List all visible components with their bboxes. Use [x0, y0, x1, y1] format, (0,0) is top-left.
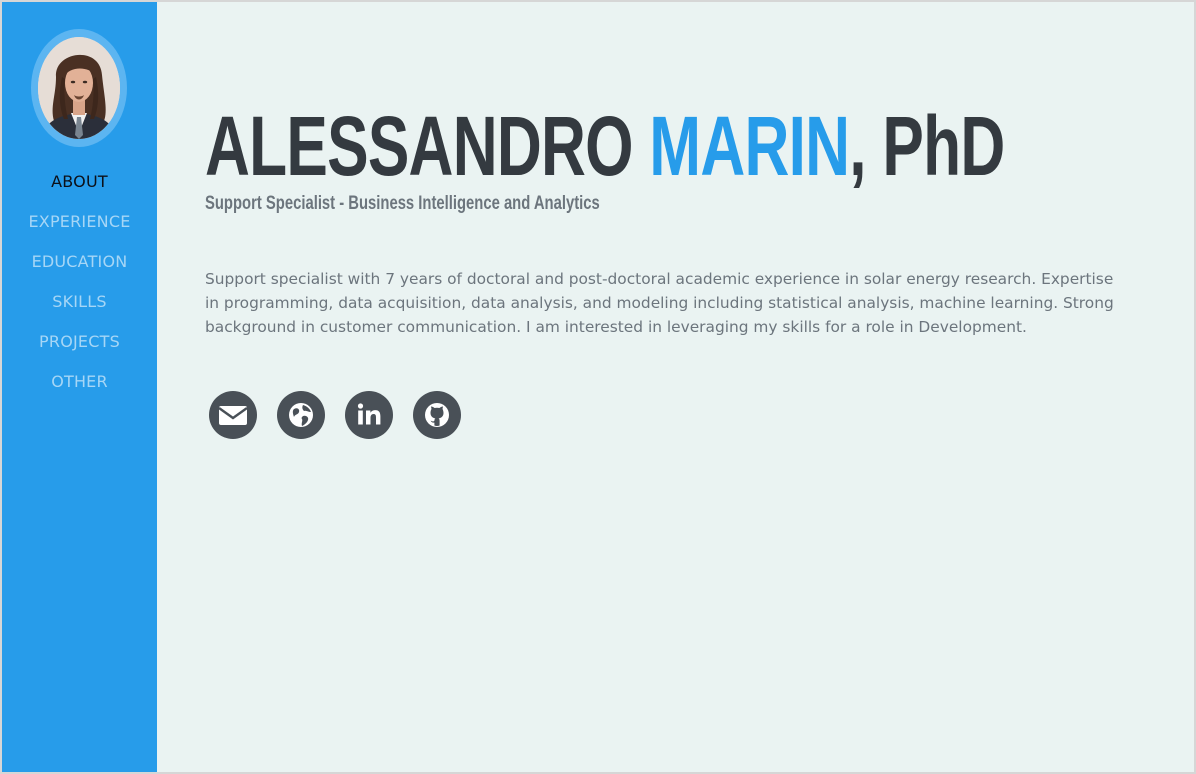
- linkedin-icon: [357, 403, 381, 425]
- subtitle-text: Support Specialist - Business Intelligen…: [205, 193, 600, 214]
- name-heading: ALESSANDRO MARIN, PhD: [205, 98, 1005, 194]
- nav-item-other[interactable]: OTHER: [2, 370, 157, 410]
- email-link[interactable]: [209, 391, 257, 439]
- linkedin-link[interactable]: [345, 391, 393, 439]
- social-links: [209, 391, 461, 439]
- resume-page: ABOUT EXPERIENCE EDUCATION SKILLS PROJEC…: [2, 2, 1194, 772]
- summary-text: Support specialist with 7 years of docto…: [205, 270, 1114, 336]
- avatar-photo: [38, 37, 120, 139]
- nav-item-about[interactable]: ABOUT: [2, 170, 157, 210]
- last-name: MARIN: [649, 99, 850, 193]
- page-title: ALESSANDRO MARIN, PhD: [205, 98, 1194, 194]
- nav-item-education[interactable]: EDUCATION: [2, 250, 157, 290]
- nav-item-experience[interactable]: EXPERIENCE: [2, 210, 157, 250]
- globe-icon: [289, 403, 313, 427]
- github-link[interactable]: [413, 391, 461, 439]
- avatar-ring: [31, 29, 127, 147]
- job-subtitle: Support Specialist - Business Intelligen…: [205, 192, 711, 216]
- nav-item-skills[interactable]: SKILLS: [2, 290, 157, 330]
- first-name: ALESSANDRO: [205, 99, 633, 193]
- github-icon: [425, 403, 449, 427]
- sidebar-nav: ABOUT EXPERIENCE EDUCATION SKILLS PROJEC…: [2, 170, 157, 410]
- nav-item-projects[interactable]: PROJECTS: [2, 330, 157, 370]
- sidebar: ABOUT EXPERIENCE EDUCATION SKILLS PROJEC…: [2, 2, 157, 772]
- avatar: [38, 37, 120, 139]
- website-link[interactable]: [277, 391, 325, 439]
- name-suffix: , PhD: [849, 99, 1005, 193]
- envelope-icon: [218, 406, 248, 425]
